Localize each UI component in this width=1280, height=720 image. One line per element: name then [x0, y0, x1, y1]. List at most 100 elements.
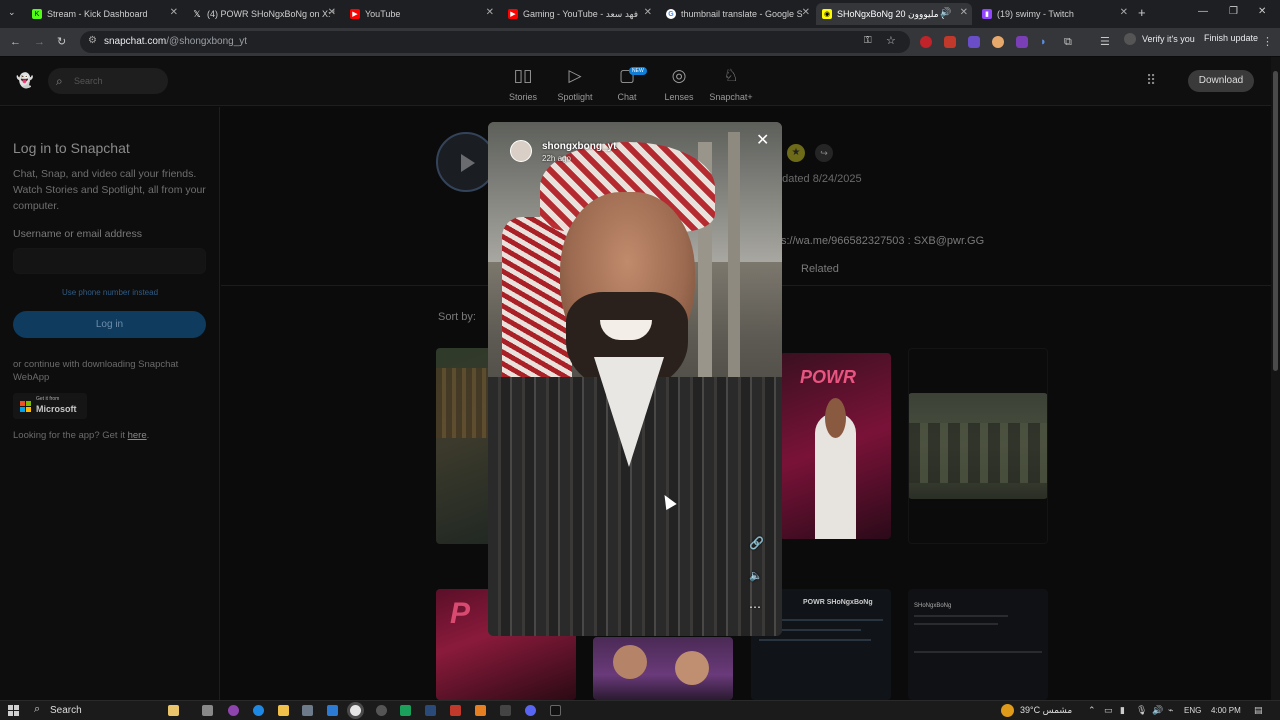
close-icon[interactable]: ✕	[170, 7, 178, 18]
speaker-icon[interactable]: 🔊	[940, 7, 951, 18]
mute-speaker-icon[interactable]: 🔈	[749, 569, 763, 582]
story-thumbnail[interactable]: POWR	[780, 353, 891, 539]
profile-avatar[interactable]	[436, 132, 496, 192]
story-author-name[interactable]: shongxbong_yt	[542, 141, 616, 152]
close-window-button[interactable]: ✕	[1258, 6, 1266, 17]
file-explorer-icon[interactable]	[278, 705, 289, 716]
extension-badge-icon[interactable]	[944, 36, 956, 48]
site-info-icon[interactable]: ⚙	[88, 35, 97, 46]
notification-icon[interactable]: ▤	[1254, 705, 1263, 716]
password-key-icon[interactable]: ⚿	[864, 35, 872, 46]
url-path: /@shongxbong_yt	[166, 36, 248, 47]
discord-icon[interactable]	[525, 705, 536, 716]
nav-chat[interactable]: ▢ NEW Chat	[601, 65, 653, 102]
snapchat-ghost-logo-icon[interactable]: 👻	[16, 72, 33, 88]
back-arrow-icon[interactable]: ←	[10, 36, 21, 48]
tab-related[interactable]: Related	[801, 263, 839, 275]
apps-grid-icon[interactable]: ⠿	[1146, 72, 1162, 88]
network-icon[interactable]: ⌁	[1168, 705, 1173, 716]
minimize-button[interactable]: —	[1198, 6, 1208, 17]
subscribe-star-icon[interactable]: ★	[787, 144, 805, 162]
store-icon[interactable]	[302, 705, 313, 716]
use-phone-link[interactable]: Use phone number instead	[0, 288, 220, 297]
chrome-icon[interactable]	[350, 705, 361, 716]
story-thumbnail[interactable]	[593, 637, 733, 700]
close-icon[interactable]: ✕	[756, 130, 769, 150]
nav-spotlight[interactable]: ▷ Spotlight	[549, 65, 601, 102]
tab-youtube-gaming[interactable]: ▶ Gaming - YouTube - فهد سعد ✕	[502, 3, 656, 25]
app-icon[interactable]	[228, 705, 239, 716]
more-options-icon[interactable]: ⋯	[749, 600, 761, 614]
copy-link-icon[interactable]: 🔗	[749, 536, 764, 550]
tiktok-icon[interactable]	[550, 705, 561, 716]
tab-youtube[interactable]: ▶ YouTube ✕	[344, 3, 498, 25]
login-button[interactable]: Log in	[13, 311, 206, 338]
weather-text[interactable]: 39°C مشمس	[1020, 705, 1072, 716]
extensions-puzzle-icon[interactable]: ⧉	[1064, 36, 1072, 48]
profile-verify-button[interactable]: Verify it's you	[1124, 33, 1195, 45]
forward-arrow-icon[interactable]: →	[34, 36, 45, 48]
story-viewer[interactable]: shongxbong_yt 22h ago ✕ 🔗 🔈 ⋯	[488, 122, 782, 636]
close-icon[interactable]: ✕	[802, 7, 810, 18]
nav-snapchat-plus[interactable]: ♘ Snapchat+	[705, 65, 757, 102]
tab-search-icon[interactable]: ☰	[1100, 36, 1110, 48]
page-scrollbar[interactable]	[1271, 57, 1280, 700]
weather-sun-icon[interactable]	[1001, 704, 1014, 717]
extension-wave-icon[interactable]: ◗	[1040, 36, 1052, 48]
windows-start-icon[interactable]	[8, 705, 19, 716]
volume-icon[interactable]: 🔊	[1152, 705, 1163, 716]
profile-bio-link[interactable]: s://wa.me/966582327503 : SXB@pwr.GG	[781, 235, 984, 247]
search-icon[interactable]: ⌕	[34, 703, 40, 716]
steam-icon[interactable]	[425, 705, 436, 716]
scrollbar-thumb[interactable]	[1273, 71, 1278, 371]
tray-app-icon[interactable]: ▭	[1104, 705, 1113, 716]
task-view-icon[interactable]	[202, 705, 213, 716]
bookmark-star-icon[interactable]: ☆	[886, 34, 896, 47]
app-icon[interactable]	[376, 705, 387, 716]
taskbar-clock[interactable]: 4:00 PM	[1211, 706, 1241, 715]
tab-search-chevron-icon[interactable]: ⌄	[8, 7, 16, 18]
tab-x-post[interactable]: 𝕏 (4) POWR SHoNgxBoNg on X: ' ✕	[186, 3, 340, 25]
tray-chevron-icon[interactable]: ⌃	[1088, 705, 1096, 716]
microsoft-store-badge[interactable]: Get it from Microsoft	[13, 393, 87, 419]
get-app-link[interactable]: here	[128, 430, 147, 441]
app-icon[interactable]	[327, 705, 338, 716]
new-tab-button[interactable]: +	[1138, 5, 1146, 20]
extension-red-icon[interactable]	[920, 36, 932, 48]
close-icon[interactable]: ✕	[960, 7, 968, 18]
close-icon[interactable]: ✕	[644, 7, 652, 18]
reload-icon[interactable]: ↻	[57, 36, 66, 48]
close-icon[interactable]: ✕	[328, 7, 336, 18]
app-icon[interactable]	[400, 705, 411, 716]
nav-stories[interactable]: ▯▯ Stories	[497, 65, 549, 102]
tab-snapchat-active[interactable]: ◉ SHoNgxBoNg 20 مليووون ( 🔊 ✕	[816, 3, 972, 25]
app-icon[interactable]	[475, 705, 486, 716]
extension-shield-icon[interactable]	[968, 36, 980, 48]
app-icon[interactable]	[450, 705, 461, 716]
tab-google-search[interactable]: G thumbnail translate - Google S ✕	[660, 3, 814, 25]
app-icon[interactable]	[500, 705, 511, 716]
nav-lenses[interactable]: ◎ Lenses	[653, 65, 705, 102]
story-author-avatar[interactable]	[510, 140, 532, 162]
address-bar[interactable]: ⚙ snapchat.com/@shongxbong_yt ⚿ ☆	[80, 31, 910, 53]
maximize-button[interactable]: ❐	[1229, 6, 1238, 17]
close-icon[interactable]: ✕	[1120, 7, 1128, 18]
taskbar-search[interactable]: Search	[50, 705, 82, 716]
search-input[interactable]: ⌕ Search	[48, 68, 168, 94]
download-button[interactable]: Download	[1188, 70, 1254, 92]
extension-f-icon[interactable]	[1016, 36, 1028, 48]
share-icon[interactable]: ↪	[815, 144, 833, 162]
menu-dots-icon[interactable]: ⋮	[1262, 36, 1273, 48]
tab-twitch[interactable]: ▮ (19) swimy - Twitch ✕	[976, 3, 1132, 25]
close-icon[interactable]: ✕	[486, 7, 494, 18]
edge-icon[interactable]	[253, 705, 264, 716]
tray-app-icon[interactable]: ▮	[1120, 705, 1125, 716]
microphone-icon[interactable]: 🎙	[1136, 705, 1147, 716]
copilot-icon[interactable]	[168, 705, 179, 716]
username-input[interactable]	[13, 248, 206, 274]
language-indicator[interactable]: ENG	[1184, 706, 1201, 715]
finish-update-button[interactable]: Finish update	[1204, 33, 1258, 43]
extension-avatar-icon[interactable]	[992, 36, 1004, 48]
story-thumbnail[interactable]: SHoNgxBoNg	[908, 589, 1048, 700]
tab-kick-dashboard[interactable]: K Stream - Kick Dashboard ✕	[26, 3, 182, 25]
